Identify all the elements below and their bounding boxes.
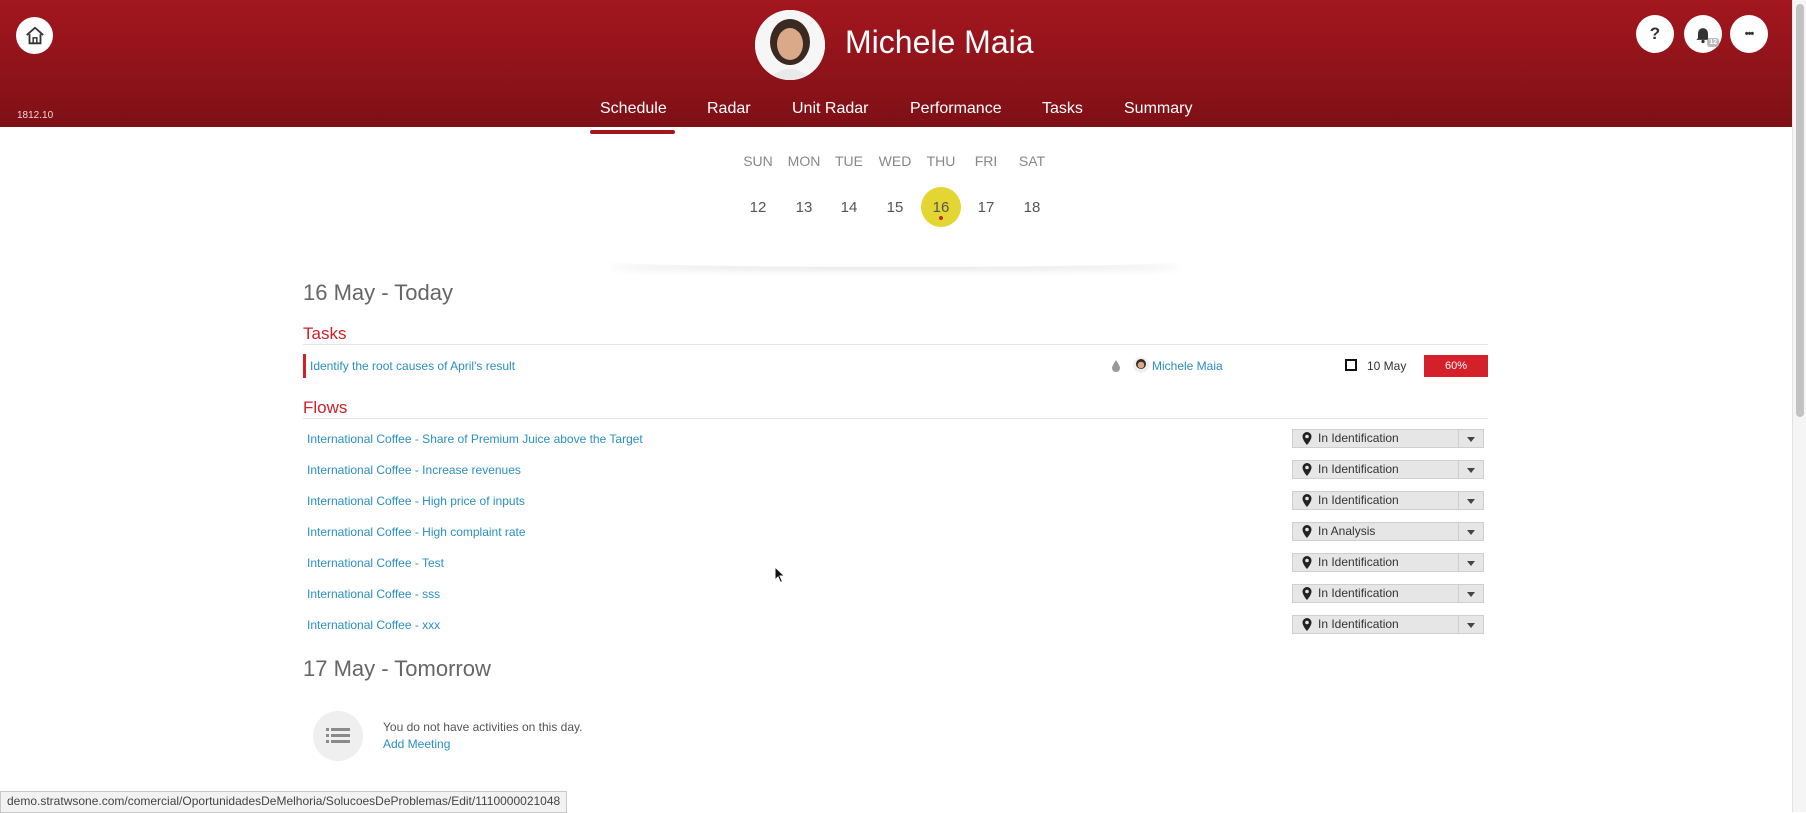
- flow-status-select[interactable]: In Identification: [1292, 491, 1484, 510]
- date-13[interactable]: 13: [779, 199, 829, 216]
- tomorrow-heading: 17 May - Tomorrow: [303, 656, 491, 681]
- weekday-label: MON: [787, 153, 821, 169]
- notification-count-badge: 12: [1707, 38, 1719, 47]
- date-17[interactable]: 17: [961, 199, 1011, 216]
- list-icon: [326, 728, 350, 743]
- flow-link[interactable]: International Coffee - Share of Premium …: [307, 432, 643, 446]
- add-meeting-link[interactable]: Add Meeting: [383, 737, 450, 751]
- date-18[interactable]: 18: [1007, 199, 1057, 216]
- home-button[interactable]: [16, 17, 53, 54]
- main-nav: Schedule Radar Unit Radar Performance Ta…: [0, 100, 1792, 127]
- chevron-down-icon[interactable]: [1458, 554, 1483, 571]
- flow-link[interactable]: International Coffee - Test: [307, 556, 444, 570]
- location-pin-icon: [1302, 618, 1312, 631]
- location-pin-icon: [1302, 432, 1312, 445]
- user-photo-icon: [755, 10, 825, 80]
- location-pin-icon: [1302, 463, 1312, 476]
- help-button[interactable]: ?: [1636, 15, 1674, 53]
- empty-list-icon: [313, 711, 363, 761]
- scrollbar-thumb[interactable]: [1796, 4, 1804, 417]
- weekday-label: THU: [926, 153, 956, 169]
- flow-status-select[interactable]: In Identification: [1292, 615, 1484, 634]
- task-due-date: 10 May: [1367, 359, 1407, 373]
- more-icon: •••: [1744, 28, 1755, 40]
- flow-status-label: In Identification: [1318, 586, 1399, 600]
- flow-link[interactable]: International Coffee - High price of inp…: [307, 494, 525, 508]
- active-tab-indicator: [590, 130, 675, 134]
- divider: [303, 418, 1488, 419]
- flow-status-label: In Identification: [1318, 617, 1399, 631]
- tab-radar[interactable]: Radar: [707, 100, 751, 118]
- flow-status-label: In Identification: [1318, 462, 1399, 476]
- weekday-label: SAT: [1018, 153, 1046, 169]
- activity-dot: [939, 216, 943, 220]
- tasks-section-title: Tasks: [303, 324, 347, 343]
- flow-status-select[interactable]: In Analysis: [1292, 522, 1484, 541]
- more-options-button[interactable]: •••: [1730, 15, 1768, 53]
- date-14[interactable]: 14: [824, 199, 874, 216]
- tab-unit-radar[interactable]: Unit Radar: [792, 100, 868, 118]
- tab-tasks[interactable]: Tasks: [1042, 100, 1083, 118]
- week-strip-shadow: [605, 255, 1185, 267]
- today-heading: 16 May - Today: [303, 280, 454, 305]
- flow-link[interactable]: International Coffee - High complaint ra…: [307, 525, 526, 539]
- task-name-link[interactable]: Identify the root causes of April's resu…: [310, 359, 515, 373]
- flow-link[interactable]: International Coffee - Increase revenues: [307, 463, 521, 477]
- location-pin-icon: [1302, 587, 1312, 600]
- location-pin-icon: [1302, 494, 1312, 507]
- weekday-label: FRI: [974, 153, 998, 169]
- flow-status-label: In Analysis: [1318, 524, 1376, 538]
- weekday-label: TUE: [835, 153, 863, 169]
- flows-section-title: Flows: [303, 398, 348, 417]
- task-progress: 60%: [1424, 355, 1488, 377]
- weekday-label: WED: [878, 153, 912, 169]
- date-15[interactable]: 15: [870, 199, 920, 216]
- tab-schedule[interactable]: Schedule: [600, 100, 667, 118]
- task-row[interactable]: Identify the root causes of April's resu…: [303, 354, 1488, 378]
- help-icon: ?: [1649, 24, 1661, 43]
- chevron-down-icon[interactable]: [1458, 523, 1483, 540]
- date-16-today[interactable]: 16: [916, 199, 966, 216]
- browser-status-url: demo.stratwsone.com/comercial/Oportunida…: [0, 791, 568, 813]
- flow-status-label: In Identification: [1318, 555, 1399, 569]
- user-name: Michele Maia: [845, 24, 1034, 60]
- chevron-down-icon[interactable]: [1458, 492, 1483, 509]
- chevron-down-icon[interactable]: [1458, 585, 1483, 602]
- flow-status-select[interactable]: In Identification: [1292, 460, 1484, 479]
- task-owner-link[interactable]: Michele Maia: [1152, 359, 1223, 373]
- date-12[interactable]: 12: [733, 199, 783, 216]
- flow-link[interactable]: International Coffee - xxx: [307, 618, 440, 632]
- task-priority-bar: [303, 354, 306, 378]
- empty-state-text: You do not have activities on this day.: [383, 720, 583, 734]
- chevron-down-icon[interactable]: [1458, 461, 1483, 478]
- flow-status-label: In Identification: [1318, 493, 1399, 507]
- notifications-button[interactable]: 12: [1684, 15, 1722, 53]
- location-pin-icon: [1302, 525, 1312, 538]
- user-avatar[interactable]: [755, 10, 825, 80]
- checkbox-icon[interactable]: [1345, 359, 1357, 371]
- flow-status-select[interactable]: In Identification: [1292, 584, 1484, 603]
- owner-avatar: [1133, 357, 1149, 373]
- location-pin-icon: [1302, 556, 1312, 569]
- chevron-down-icon[interactable]: [1458, 430, 1483, 447]
- flow-status-select[interactable]: In Identification: [1292, 429, 1484, 448]
- flow-link[interactable]: International Coffee - sss: [307, 587, 440, 601]
- mouse-cursor-icon: [774, 566, 786, 584]
- chevron-down-icon[interactable]: [1458, 616, 1483, 633]
- tab-summary[interactable]: Summary: [1124, 100, 1192, 118]
- divider: [303, 344, 1488, 345]
- flow-status-label: In Identification: [1318, 431, 1399, 445]
- tab-performance[interactable]: Performance: [910, 100, 1002, 118]
- drop-icon: [1112, 360, 1120, 372]
- weekday-label: SUN: [743, 153, 773, 169]
- home-icon: [25, 26, 44, 44]
- flow-status-select[interactable]: In Identification: [1292, 553, 1484, 572]
